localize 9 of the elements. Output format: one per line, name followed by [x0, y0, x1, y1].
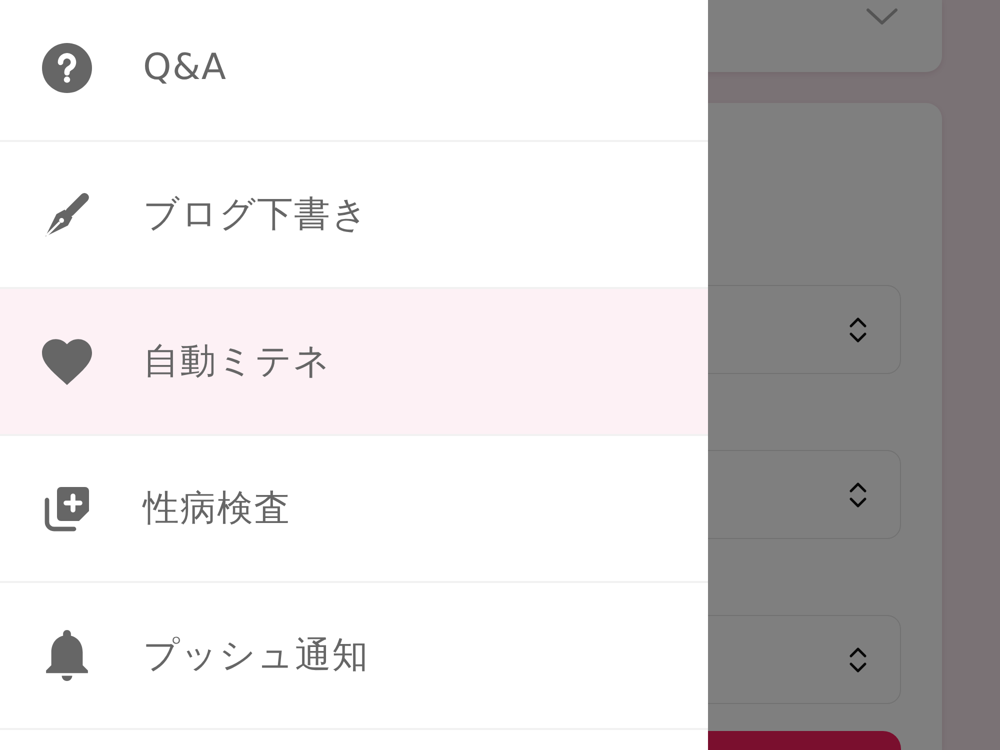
bell-icon: [46, 630, 88, 681]
fountain-pen-icon: [42, 190, 92, 239]
up-down-chevron-icon: [848, 646, 868, 674]
help-icon: [42, 42, 92, 92]
up-down-chevron-icon: [848, 316, 868, 344]
medical-copy-icon: [43, 484, 91, 532]
up-down-chevron-icon: [848, 480, 868, 508]
heart-icon: [42, 338, 92, 384]
menu-item[interactable]: 自動ミテネ: [0, 289, 708, 436]
